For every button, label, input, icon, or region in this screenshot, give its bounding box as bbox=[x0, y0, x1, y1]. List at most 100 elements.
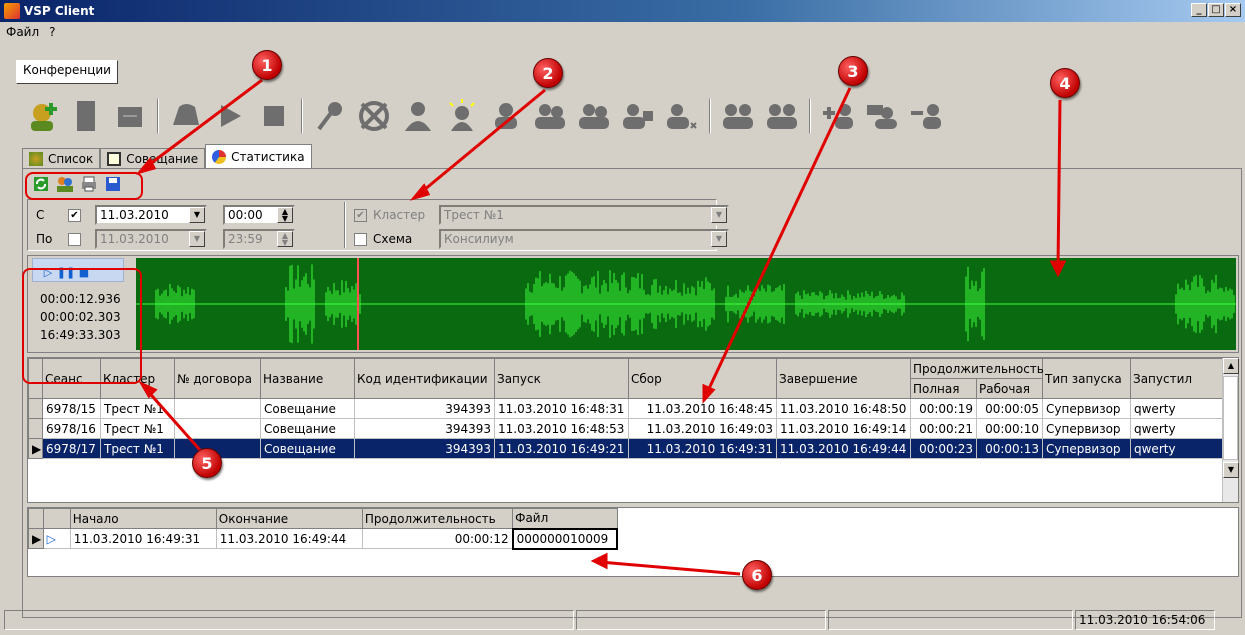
add-participant-icon[interactable] bbox=[22, 96, 62, 136]
statistics-panel: С ✔ 11.03.2010 ▼ 00:00 ▲ ▼ По 11.03.2010 ▼ 2… bbox=[22, 168, 1242, 618]
scheme-value: Консилиум bbox=[444, 232, 514, 246]
user-remove-icon[interactable] bbox=[662, 96, 702, 136]
user-group-icon[interactable] bbox=[718, 96, 758, 136]
from-time-spinner[interactable]: 00:00 ▲ ▼ bbox=[223, 205, 295, 225]
annotation-marker-1: 1 bbox=[252, 50, 282, 80]
user-group2-icon[interactable] bbox=[762, 96, 802, 136]
sessions-scrollbar[interactable]: ▲ ▼ bbox=[1222, 358, 1239, 502]
col-launched-by[interactable]: Запустил bbox=[1130, 358, 1223, 399]
col-start[interactable]: Запуск bbox=[494, 358, 629, 399]
spinner-icon[interactable]: ▲ ▼ bbox=[277, 231, 293, 247]
status-bar: 11.03.2010 16:54:06 bbox=[4, 610, 1244, 630]
toolbar-separator bbox=[157, 99, 159, 133]
window-title: VSP Client bbox=[24, 4, 95, 18]
table-row[interactable]: 6978/15 Трест №1 Совещание 394393 11.03.… bbox=[28, 398, 1223, 419]
filter-bar: С ✔ 11.03.2010 ▼ 00:00 ▲ ▼ По 11.03.2010 ▼ 2… bbox=[27, 199, 729, 251]
spinner-icon[interactable]: ▲ ▼ bbox=[277, 207, 293, 223]
chevron-down-icon[interactable]: ▼ bbox=[711, 207, 727, 223]
plus-users-icon[interactable] bbox=[818, 96, 858, 136]
to-checkbox[interactable] bbox=[68, 232, 81, 246]
chevron-down-icon[interactable]: ▼ bbox=[189, 231, 205, 247]
cell-cluster: Трест №1 bbox=[100, 418, 175, 439]
minimize-button[interactable]: _ bbox=[1191, 3, 1207, 17]
col-start-type[interactable]: Тип запуска bbox=[1042, 358, 1131, 399]
annotation-marker-6: 6 bbox=[742, 560, 772, 590]
keypad-icon[interactable] bbox=[110, 96, 150, 136]
row-indicator-header bbox=[28, 508, 44, 529]
meeting-icon bbox=[107, 151, 122, 166]
tab-list[interactable]: Список bbox=[22, 148, 101, 168]
chevron-down-icon[interactable]: ▼ bbox=[189, 207, 205, 223]
stop-icon[interactable] bbox=[254, 96, 294, 136]
menu-help[interactable]: ? bbox=[49, 25, 55, 39]
col-file[interactable]: Файл bbox=[512, 508, 618, 529]
mute-user-icon[interactable] bbox=[398, 96, 438, 136]
cell-start: 11.03.2010 16:48:53 bbox=[494, 418, 629, 439]
cell-finish: 11.03.2010 16:49:44 bbox=[215, 528, 363, 549]
col-code[interactable]: Код идентификации bbox=[354, 358, 495, 399]
col-end[interactable]: Завершение bbox=[776, 358, 911, 399]
microphone-icon[interactable] bbox=[310, 96, 350, 136]
cell-seans: 6978/15 bbox=[42, 398, 101, 419]
scheme-select[interactable]: Консилиум ▼ bbox=[439, 229, 729, 249]
cell-collect: 11.03.2010 16:48:45 bbox=[628, 398, 777, 419]
app-window: Файл ? Конференции Список Совещание Стат… bbox=[0, 22, 1245, 635]
scroll-down-icon[interactable]: ▼ bbox=[1223, 462, 1239, 478]
col-collect[interactable]: Сбор bbox=[628, 358, 777, 399]
cell-work: 00:00:13 bbox=[976, 438, 1043, 459]
col-finish[interactable]: Окончание bbox=[215, 508, 363, 529]
cell-duration: 00:00:12 bbox=[361, 528, 514, 549]
tab-statistics[interactable]: Статистика bbox=[205, 144, 312, 168]
cluster-checkbox[interactable]: ✔ bbox=[354, 208, 367, 222]
close-button[interactable]: × bbox=[1225, 3, 1241, 17]
to-time-spinner[interactable]: 23:59 ▲ ▼ bbox=[223, 229, 295, 249]
cell-code: 394393 bbox=[354, 438, 495, 459]
title-bar: VSP Client _ □ × bbox=[0, 0, 1245, 22]
col-full[interactable]: Полная bbox=[910, 378, 977, 399]
status-panel-2 bbox=[576, 610, 826, 630]
play-icon[interactable]: ▷ bbox=[42, 528, 71, 549]
alarm-user-icon[interactable] bbox=[442, 96, 482, 136]
col-work[interactable]: Рабочая bbox=[976, 378, 1043, 399]
col-name[interactable]: Название bbox=[260, 358, 355, 399]
table-row[interactable]: 6978/16 Трест №1 Совещание 394393 11.03.… bbox=[28, 418, 1223, 439]
play-icon[interactable] bbox=[210, 96, 250, 136]
maximize-button[interactable]: □ bbox=[1208, 3, 1224, 17]
cell-full: 00:00:21 bbox=[910, 418, 977, 439]
col-rec-duration[interactable]: Продолжительность bbox=[361, 508, 514, 529]
cell-start: 11.03.2010 16:48:31 bbox=[494, 398, 629, 419]
to-date-picker[interactable]: 11.03.2010 ▼ bbox=[95, 229, 207, 249]
col-duration[interactable]: Продолжительность bbox=[910, 358, 1044, 379]
waveform[interactable] bbox=[136, 258, 1236, 350]
from-checkbox[interactable]: ✔ bbox=[68, 208, 81, 222]
user-add-icon[interactable] bbox=[530, 96, 570, 136]
col-begin[interactable]: Начало bbox=[69, 508, 217, 529]
tab-meeting[interactable]: Совещание bbox=[100, 148, 206, 168]
wheel-icon[interactable] bbox=[354, 96, 394, 136]
cluster-select[interactable]: Трест №1 ▼ bbox=[439, 205, 729, 225]
cell-launched-by: qwerty bbox=[1130, 418, 1223, 439]
door-icon[interactable] bbox=[66, 96, 106, 136]
scroll-up-icon[interactable]: ▲ bbox=[1223, 358, 1239, 374]
from-date-picker[interactable]: 11.03.2010 ▼ bbox=[95, 205, 207, 225]
scheme-label: Схема bbox=[373, 232, 413, 246]
minus-users-icon[interactable] bbox=[906, 96, 946, 136]
user-icon[interactable] bbox=[486, 96, 526, 136]
tab-conferences[interactable]: Конференции bbox=[16, 60, 118, 84]
chat-users-icon[interactable] bbox=[862, 96, 902, 136]
scroll-track[interactable] bbox=[1223, 376, 1238, 460]
users-icon[interactable] bbox=[574, 96, 614, 136]
cell-start: 11.03.2010 16:49:21 bbox=[494, 438, 629, 459]
cell-begin: 11.03.2010 16:49:31 bbox=[69, 528, 217, 549]
user-phone-icon[interactable] bbox=[618, 96, 658, 136]
scheme-checkbox[interactable] bbox=[354, 232, 367, 246]
chevron-down-icon[interactable]: ▼ bbox=[711, 231, 727, 247]
phone-icon[interactable] bbox=[166, 96, 206, 136]
col-contract[interactable]: № договора bbox=[174, 358, 261, 399]
cell-file: 000000010009 bbox=[511, 527, 619, 550]
table-row[interactable]: ▶ ▷ 11.03.2010 16:49:31 11.03.2010 16:49… bbox=[28, 527, 619, 550]
filter-separator bbox=[344, 202, 346, 248]
status-panel-3 bbox=[828, 610, 1073, 630]
menu-file[interactable]: Файл bbox=[6, 25, 39, 39]
cell-full: 00:00:23 bbox=[910, 438, 977, 459]
